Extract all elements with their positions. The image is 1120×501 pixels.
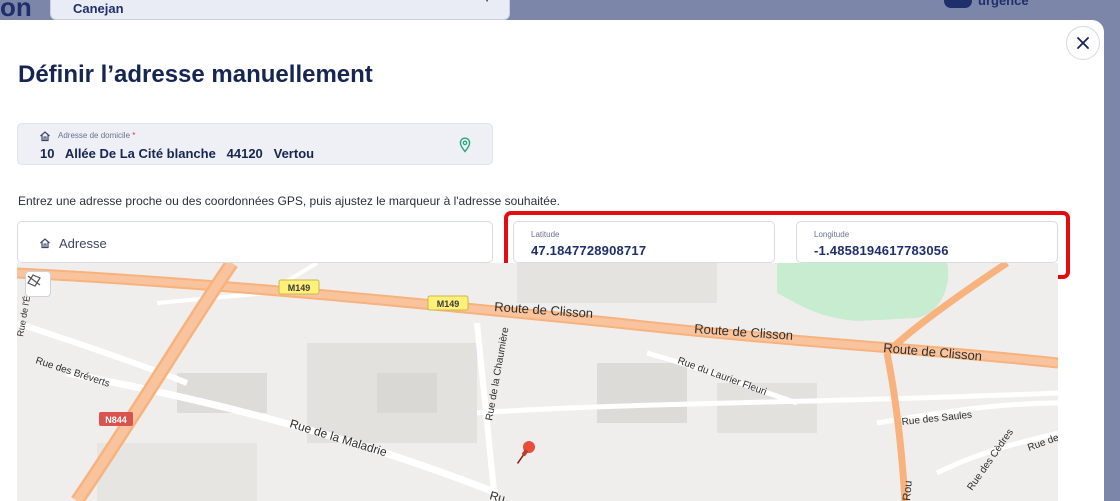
map[interactable]: M149 M149 N844 Route de Clisson Route de… <box>17 263 1058 501</box>
home-address-field[interactable]: Adresse de domicile * 10 Allée De La Cit… <box>17 123 493 165</box>
home-icon <box>40 131 50 142</box>
home-address-value: 10 Allée De La Cité blanche 44120 Vertou <box>40 146 315 161</box>
chevron-down-icon: ▼ <box>481 0 493 5</box>
close-button[interactable] <box>1066 26 1100 60</box>
emergency-toggle-label: urgence <box>978 0 1029 8</box>
svg-text:M149: M149 <box>288 283 311 293</box>
city-select-value: Canejan <box>73 1 124 16</box>
instructions-text: Entrez une adresse proche ou des coordon… <box>18 194 560 208</box>
layers-icon <box>27 274 41 287</box>
street-label: Rou <box>901 480 915 501</box>
address-search-input[interactable]: Adresse <box>17 221 493 263</box>
close-icon <box>1077 37 1089 49</box>
svg-text:M149: M149 <box>437 299 460 309</box>
required-mark: * <box>132 131 136 140</box>
address-placeholder: Adresse <box>59 236 107 251</box>
road-badge: N844 <box>99 412 133 426</box>
location-pin-icon[interactable] <box>458 137 472 153</box>
home-address-label: Adresse de domicile * <box>58 131 136 140</box>
map-canvas[interactable]: M149 M149 N844 Route de Clisson Route de… <box>17 263 1058 501</box>
city-select[interactable]: Canejan ▼ <box>50 0 510 20</box>
road-badge: M149 <box>278 279 320 295</box>
road-badge: M149 <box>427 295 469 311</box>
emergency-toggle[interactable] <box>944 0 972 8</box>
modal-title: Définir l’adresse manuellement <box>18 61 373 88</box>
svg-text:N844: N844 <box>105 415 127 425</box>
home-icon <box>40 238 50 249</box>
map-layers-button[interactable] <box>25 271 51 297</box>
